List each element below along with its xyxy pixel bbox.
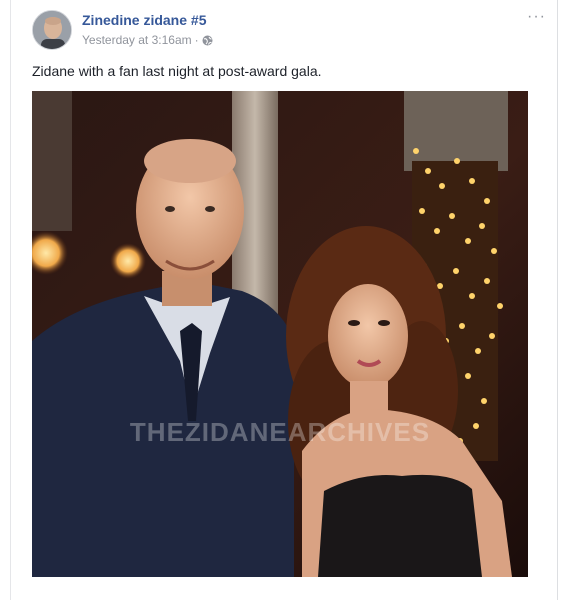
post-header: Zinedine zidane #5 Yesterday at 3:16am ·… <box>32 9 552 54</box>
post-meta: Yesterday at 3:16am · <box>82 33 213 47</box>
more-options-icon[interactable]: ··· <box>527 9 546 25</box>
avatar-image <box>33 11 71 49</box>
meta-separator: · <box>194 33 199 47</box>
post-text: Zidane with a fan last night at post-awa… <box>32 63 322 79</box>
post-card: Zinedine zidane #5 Yesterday at 3:16am ·… <box>10 0 558 600</box>
avatar[interactable] <box>32 10 72 50</box>
post-photo[interactable]: THEZIDANEARCHIVES <box>32 91 528 577</box>
photo-image <box>32 91 528 577</box>
post-timestamp[interactable]: Yesterday at 3:16am <box>82 33 192 47</box>
globe-icon[interactable] <box>202 35 213 46</box>
author-name-link[interactable]: Zinedine zidane #5 <box>82 12 206 28</box>
